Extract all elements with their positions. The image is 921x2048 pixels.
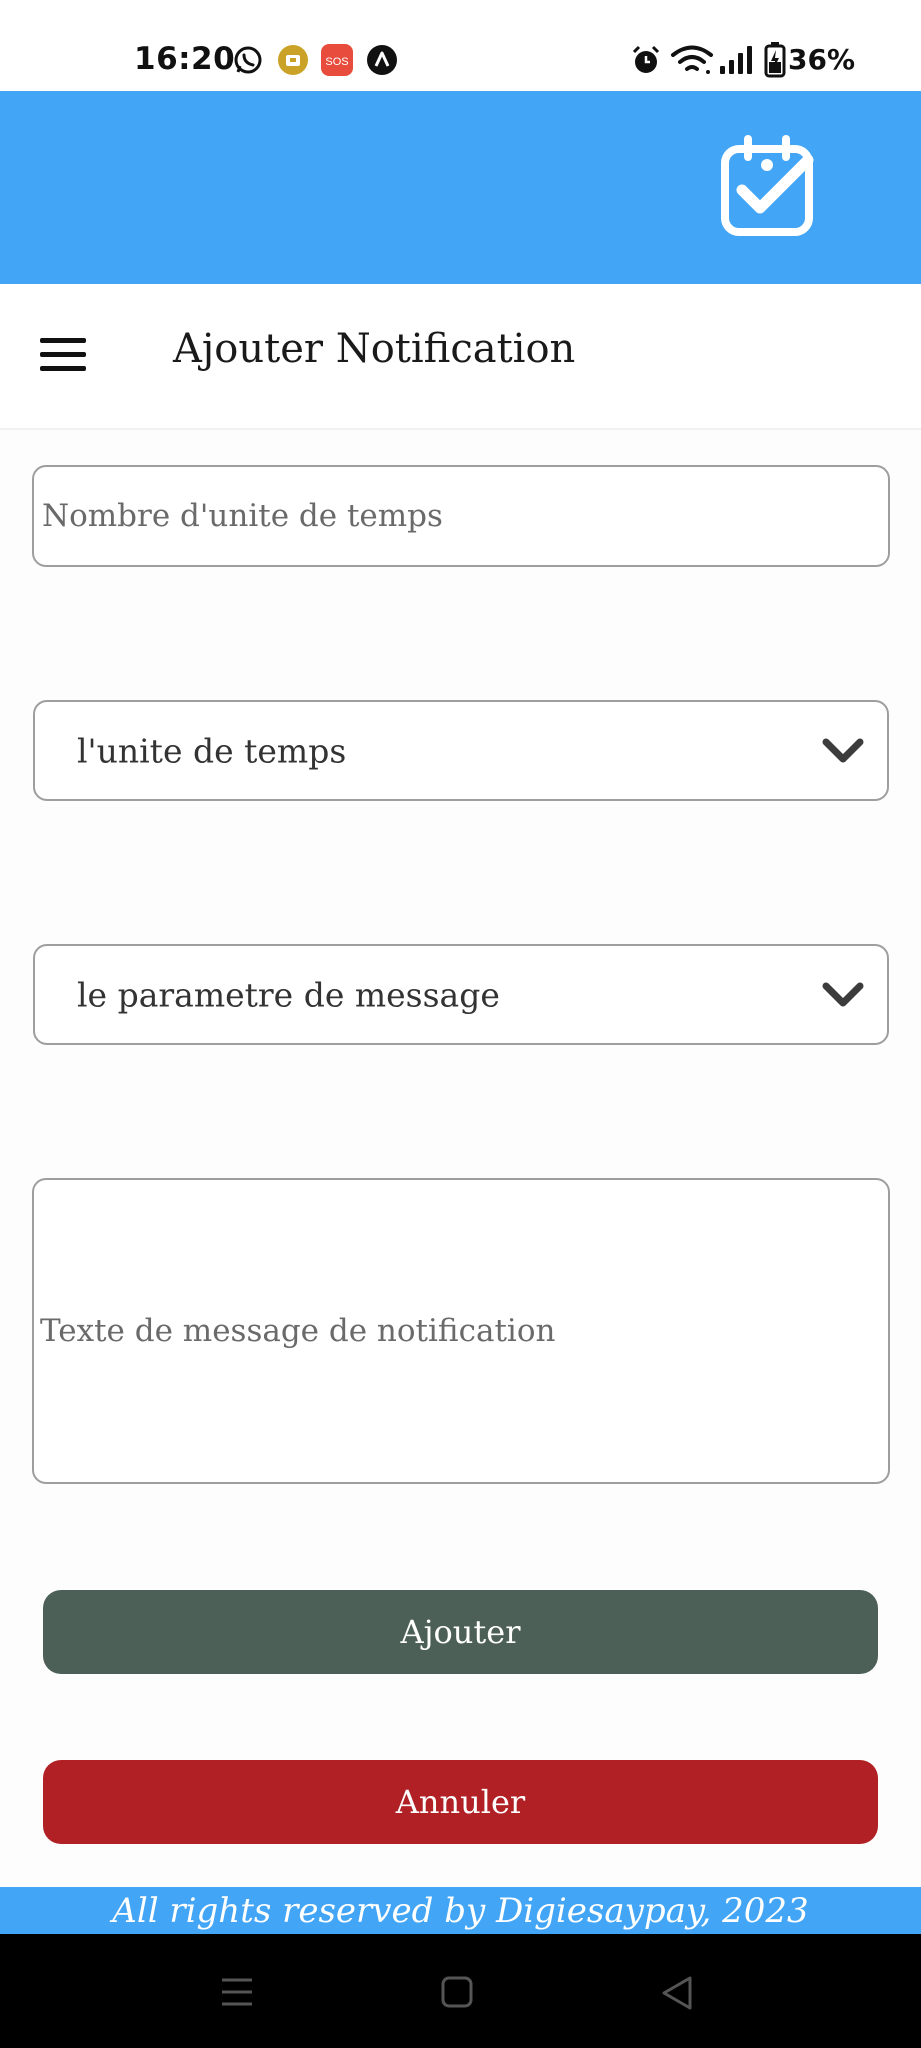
- message-text-input[interactable]: [34, 1180, 888, 1482]
- time-units-count-input[interactable]: [34, 467, 888, 565]
- svg-text:SOS: SOS: [325, 56, 348, 68]
- page-title: Ajouter Notification: [173, 326, 576, 372]
- chevron-down-icon: [822, 982, 864, 1006]
- time-unit-select[interactable]: l'unite de temps: [33, 700, 889, 801]
- nav-app-icon: [367, 45, 397, 75]
- sos-icon: SOS: [321, 44, 353, 76]
- screen: 16:20 SOS 36% Ajouter Notification Nombr…: [0, 0, 921, 2048]
- calendar-check-icon: [721, 135, 814, 236]
- status-time: 16:20: [134, 41, 236, 77]
- recents-icon[interactable]: [220, 1975, 254, 2009]
- alarm-icon: [632, 45, 660, 73]
- time-unit-select-value: l'unite de temps: [77, 731, 347, 770]
- hamburger-menu-icon[interactable]: [40, 338, 90, 374]
- message-text-field[interactable]: Texte de message de notification: [32, 1178, 890, 1484]
- signal-icon: [720, 46, 752, 74]
- battery-percentage: 36%: [788, 43, 856, 76]
- wifi-icon: [671, 45, 713, 74]
- battery-charging-icon: [764, 42, 786, 78]
- chevron-down-icon: [822, 738, 864, 762]
- back-icon[interactable]: [660, 1975, 694, 2011]
- home-icon[interactable]: [441, 1975, 473, 2009]
- message-param-select[interactable]: le parametre de message: [33, 944, 889, 1045]
- ajouter-button[interactable]: Ajouter: [43, 1590, 878, 1674]
- message-param-select-value: le parametre de message: [77, 975, 500, 1014]
- whatsapp-icon: [234, 46, 262, 74]
- status-bar: 16:20 SOS 36%: [0, 0, 921, 91]
- app-notification-icon: [278, 45, 308, 75]
- time-units-count-field[interactable]: [32, 465, 890, 567]
- annuler-button[interactable]: Annuler: [43, 1760, 878, 1844]
- footer-copyright: All rights reserved by Digiesaypay, 2023: [0, 1887, 921, 1934]
